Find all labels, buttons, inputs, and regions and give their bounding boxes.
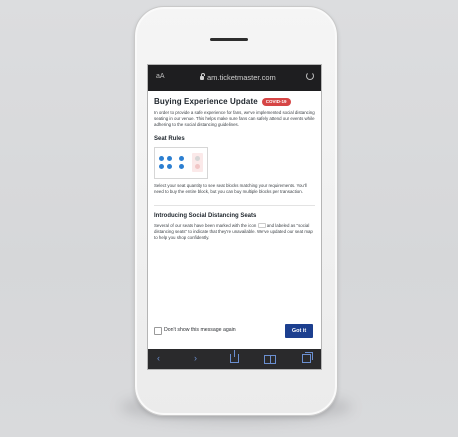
seat-block-four — [158, 156, 172, 170]
distancing-text: Several of our seats have been marked wi… — [154, 223, 315, 242]
lock-icon — [200, 73, 205, 80]
back-icon[interactable]: ‹ — [157, 354, 160, 363]
url-text: am.ticketmaster.com — [207, 73, 276, 82]
seat-icon — [179, 164, 185, 170]
distancing-heading: Introducing Social Distancing Seats — [154, 213, 257, 220]
distancing-seat-icon — [257, 223, 266, 229]
modal-title: Buying Experience Update — [154, 97, 258, 106]
safari-url-bar[interactable]: aA am.ticketmaster.com — [148, 65, 321, 91]
bookmarks-icon[interactable] — [264, 355, 276, 364]
got-it-button[interactable]: Got it — [285, 324, 313, 338]
dont-show-checkbox[interactable] — [154, 327, 162, 335]
phone-speaker — [210, 38, 248, 41]
dont-show-label[interactable]: Don't show this message again — [164, 327, 236, 333]
modal-footer: Don't show this message again Got it — [148, 321, 321, 343]
modal-content: Buying Experience Update COVID-19 In ord… — [154, 97, 315, 242]
seat-icon — [179, 156, 185, 162]
intro-text: In order to provide a safe experience fo… — [154, 110, 315, 128]
tabs-icon[interactable] — [302, 352, 313, 363]
forward-icon[interactable]: › — [194, 354, 197, 363]
safari-toolbar: ‹ › — [148, 349, 321, 369]
phone-screen: aA am.ticketmaster.com Buying Experience… — [147, 64, 322, 370]
address-field[interactable]: am.ticketmaster.com — [200, 73, 276, 82]
seat-rules-text: Select your seat quantity to see seat bl… — [154, 182, 307, 194]
distanced-seat-icon — [195, 156, 201, 162]
distanced-seat-icon — [195, 164, 201, 170]
seat-icon — [166, 164, 172, 170]
covid-badge: COVID-19 — [261, 97, 291, 106]
seat-icon — [158, 164, 164, 170]
reload-icon[interactable] — [306, 72, 314, 80]
seat-icon — [166, 156, 172, 162]
text-size-button[interactable]: aA — [156, 73, 165, 80]
modal-header: Buying Experience Update COVID-19 — [154, 97, 315, 106]
distanced-seat-block — [192, 153, 204, 173]
seat-rules-heading: Seat Rules — [154, 135, 185, 142]
seat-block-two — [179, 156, 185, 170]
share-icon[interactable] — [230, 350, 239, 363]
distancing-text-part1: Several of our seats have been marked wi… — [154, 223, 257, 229]
seat-rules-illustration — [154, 146, 208, 179]
section-divider — [154, 205, 315, 207]
seat-icon — [158, 156, 164, 162]
